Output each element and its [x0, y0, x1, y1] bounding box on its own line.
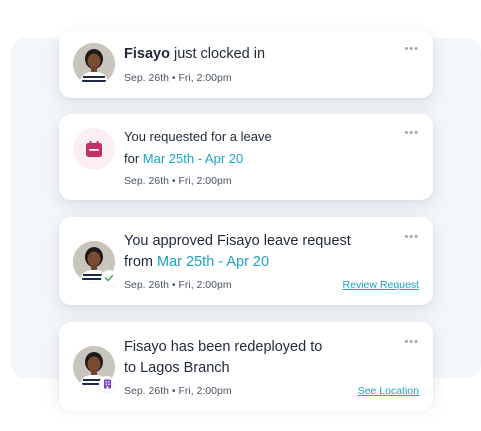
leave-dates: Mar 25th - Apr 20 [142, 151, 244, 166]
notification-dates-line: from Mar 25th - Apr 20 [124, 253, 269, 272]
branch-line: to Lagos Branch [124, 360, 230, 376]
more-options-icon[interactable]: ••• [404, 43, 419, 55]
notification-leave-approved[interactable]: You approved Fisayo leave request from M… [59, 217, 433, 305]
building-icon [103, 379, 111, 389]
timestamp: Sep. 26th • Fri, 2:00pm [124, 72, 232, 84]
employee-name: Fisayo [124, 46, 170, 62]
bottom-fade [0, 395, 481, 431]
dates-prefix: for [124, 151, 140, 166]
notification-title: Fisayo just clocked in [124, 45, 265, 64]
timestamp: Sep. 26th • Fri, 2:00pm [124, 175, 232, 187]
redeploy-badge [99, 376, 115, 392]
check-icon [104, 274, 114, 282]
dates-prefix: from [124, 254, 153, 270]
notification-title: You approved Fisayo leave request [124, 233, 351, 249]
notification-leave-request[interactable]: You requested for a leave for Mar 25th -… [59, 114, 433, 200]
review-request-link[interactable]: Review Request [343, 279, 419, 291]
notification-dates-line: for Mar 25th - Apr 20 [124, 149, 243, 168]
avatar [73, 43, 115, 85]
notification-title: Fisayo has been redeployed to [124, 339, 323, 355]
calendar-icon-wrap [73, 128, 115, 170]
more-options-icon[interactable]: ••• [404, 127, 419, 139]
calendar-icon [86, 140, 102, 157]
timestamp: Sep. 26th • Fri, 2:00pm [124, 279, 232, 291]
notification-clock-in[interactable]: Fisayo just clocked in Sep. 26th • Fri, … [59, 31, 433, 98]
more-options-icon[interactable]: ••• [404, 336, 419, 348]
more-options-icon[interactable]: ••• [404, 231, 419, 243]
notification-title: You requested for a leave [124, 129, 272, 144]
approved-badge [101, 270, 117, 286]
notification-text: just clocked in [173, 46, 266, 62]
leave-dates: Mar 25th - Apr 20 [157, 254, 270, 270]
